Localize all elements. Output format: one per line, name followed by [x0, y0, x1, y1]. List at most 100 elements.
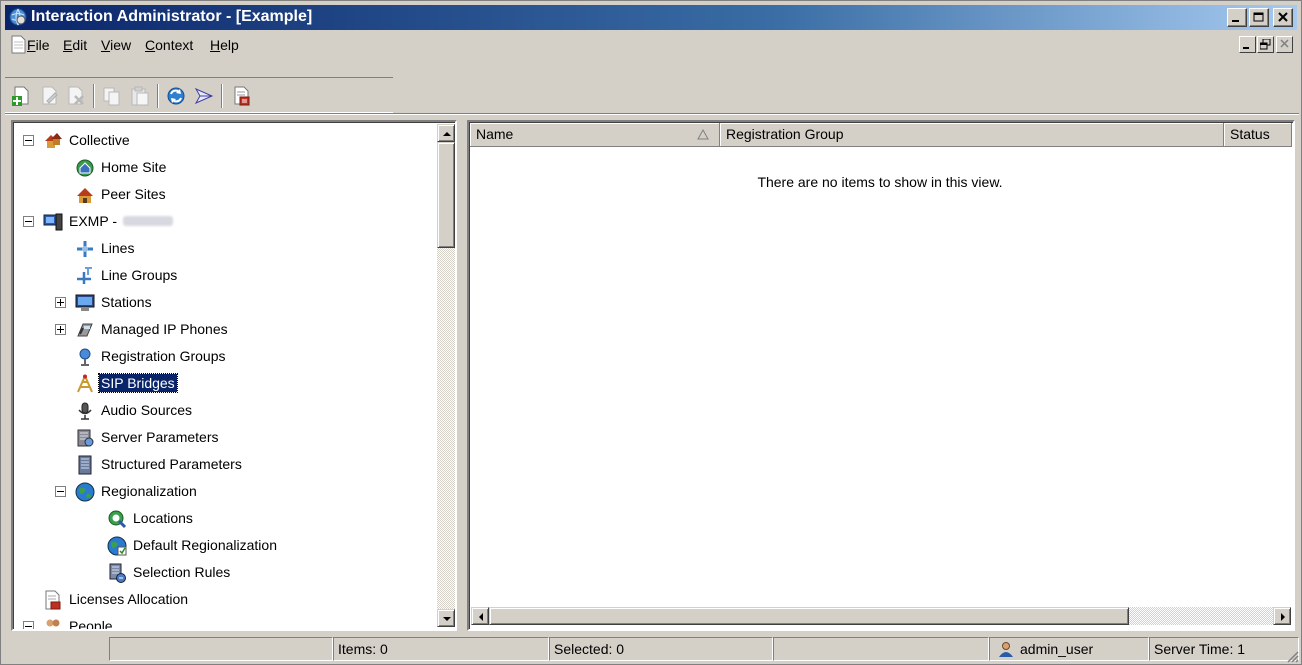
- menu-bar: File Edit View Context Help: [5, 32, 1297, 58]
- refresh-icon[interactable]: [165, 85, 187, 107]
- toolbar-separator: [93, 84, 95, 108]
- status-user: admin_user: [989, 637, 1149, 661]
- mdi-restore-button[interactable]: [1257, 36, 1274, 53]
- list-header: Name Registration Group Status: [470, 123, 1292, 147]
- menu-file[interactable]: File: [27, 36, 50, 54]
- window-title: Interaction Administrator - [Example]: [31, 8, 313, 25]
- menu-edit[interactable]: Edit: [63, 36, 87, 54]
- tree-item-label: Line Groups: [101, 267, 178, 283]
- structured-parameters-icon: [75, 455, 95, 475]
- mdi-minimize-button[interactable]: [1239, 36, 1256, 53]
- paste-icon[interactable]: [129, 85, 151, 107]
- column-header-label: Status: [1230, 126, 1270, 142]
- tree-item-label: Structured Parameters: [101, 456, 242, 472]
- server-icon: [43, 212, 63, 232]
- server-time-label: Server Time: 1: [1154, 641, 1246, 657]
- tree-item-label: Collective: [69, 132, 130, 148]
- default-regionalization-icon: [107, 536, 127, 556]
- scroll-thumb[interactable]: [437, 142, 455, 248]
- tree-item-label: Audio Sources: [101, 402, 193, 418]
- tree-item-label: Locations: [133, 510, 193, 526]
- mdi-restore-icon: [1260, 39, 1271, 50]
- mdi-close-icon: [1280, 39, 1289, 48]
- collapse-icon[interactable]: [23, 135, 34, 146]
- tree-vertical-scrollbar[interactable]: [437, 124, 455, 627]
- column-header-name[interactable]: Name: [470, 123, 720, 147]
- copy-icon[interactable]: [101, 85, 123, 107]
- scroll-left-button[interactable]: [471, 607, 489, 625]
- new-icon[interactable]: [11, 85, 33, 107]
- tree-item-label: Home Site: [101, 159, 167, 175]
- column-header-label: Name: [476, 126, 514, 142]
- edit-icon[interactable]: [39, 85, 61, 107]
- scroll-down-button[interactable]: [437, 609, 455, 627]
- tree-item-label: SIP Bridges: [98, 373, 178, 393]
- delete-icon[interactable]: [65, 85, 87, 107]
- document-icon[interactable]: [11, 35, 27, 57]
- details-list-pane[interactable]: Name Registration Group Status There are…: [467, 120, 1295, 631]
- arrow-right-icon: [1281, 613, 1285, 621]
- collapse-icon[interactable]: [23, 621, 34, 629]
- tree-item-label: Regionalization: [101, 483, 197, 499]
- mdi-close-button[interactable]: [1276, 36, 1293, 53]
- status-panel-blank: [773, 637, 989, 661]
- menu-context[interactable]: Context: [145, 36, 193, 54]
- column-header-registration-group[interactable]: Registration Group: [720, 123, 1224, 147]
- registration-groups-icon: [75, 347, 95, 367]
- stations-icon: [75, 293, 95, 313]
- server-parameters-icon: [75, 428, 95, 448]
- regionalization-icon: [75, 482, 95, 502]
- menu-view[interactable]: View: [101, 36, 131, 54]
- line-groups-icon: [75, 266, 95, 286]
- locations-icon: [107, 509, 127, 529]
- tree-item-label: Stations: [101, 294, 152, 310]
- navigation-tree-pane[interactable]: Collective Home Site Peer Sites EXMP - L…: [11, 120, 457, 631]
- mdi-minimize-icon: [1243, 47, 1249, 49]
- report-icon[interactable]: [231, 85, 253, 107]
- selected-count-label: Selected: 0: [554, 641, 625, 657]
- minimize-icon: [1232, 20, 1239, 22]
- peer-sites-icon: [75, 185, 95, 205]
- tree-item-label: Peer Sites: [101, 186, 166, 202]
- menu-file-rest: ile: [35, 37, 50, 53]
- maximize-button[interactable]: [1249, 8, 1269, 27]
- tree-item-label: Lines: [101, 240, 135, 256]
- tree-item-label: Licenses Allocation: [69, 591, 189, 607]
- close-icon: [1278, 12, 1288, 22]
- expand-icon[interactable]: [55, 324, 66, 335]
- maximize-icon: [1253, 12, 1264, 22]
- bridge-icon[interactable]: [193, 85, 215, 107]
- scroll-right-button[interactable]: [1273, 607, 1291, 625]
- tree-item-label: People: [69, 618, 113, 629]
- menu-help-rest: elp: [220, 37, 239, 53]
- globe-app-icon[interactable]: [9, 8, 27, 26]
- home-site-icon: [75, 158, 95, 178]
- resize-grip-icon[interactable]: [1285, 649, 1299, 663]
- navigation-tree[interactable]: Collective Home Site Peer Sites EXMP - L…: [15, 124, 437, 629]
- minimize-button[interactable]: [1227, 8, 1247, 27]
- expand-icon[interactable]: [55, 297, 66, 308]
- tree-item-label: Default Regionalization: [133, 537, 277, 553]
- collapse-icon[interactable]: [23, 216, 34, 227]
- ip-phone-icon: [75, 320, 95, 340]
- menu-help[interactable]: Help: [210, 36, 239, 54]
- close-button[interactable]: [1273, 8, 1293, 27]
- tree-item-label: Registration Groups: [101, 348, 226, 364]
- toolbar-separator: [157, 84, 159, 108]
- sort-ascending-icon: [697, 129, 709, 140]
- list-horizontal-scrollbar[interactable]: [471, 607, 1291, 625]
- toolbar: [5, 77, 393, 113]
- status-selected-count: Selected: 0: [549, 637, 773, 661]
- menu-edit-rest: dit: [72, 37, 88, 53]
- column-header-status[interactable]: Status: [1224, 123, 1292, 147]
- scroll-up-button[interactable]: [437, 124, 455, 142]
- selection-rules-icon: [107, 563, 127, 583]
- items-count-label: Items: 0: [338, 641, 388, 657]
- title-bar[interactable]: Interaction Administrator - [Example]: [5, 5, 1297, 30]
- user-icon: [999, 642, 1013, 657]
- collapse-icon[interactable]: [55, 486, 66, 497]
- menu-context-rest: ontext: [155, 37, 194, 53]
- scroll-thumb[interactable]: [489, 607, 1129, 625]
- people-icon: [43, 617, 63, 629]
- column-header-label: Registration Group: [726, 126, 844, 142]
